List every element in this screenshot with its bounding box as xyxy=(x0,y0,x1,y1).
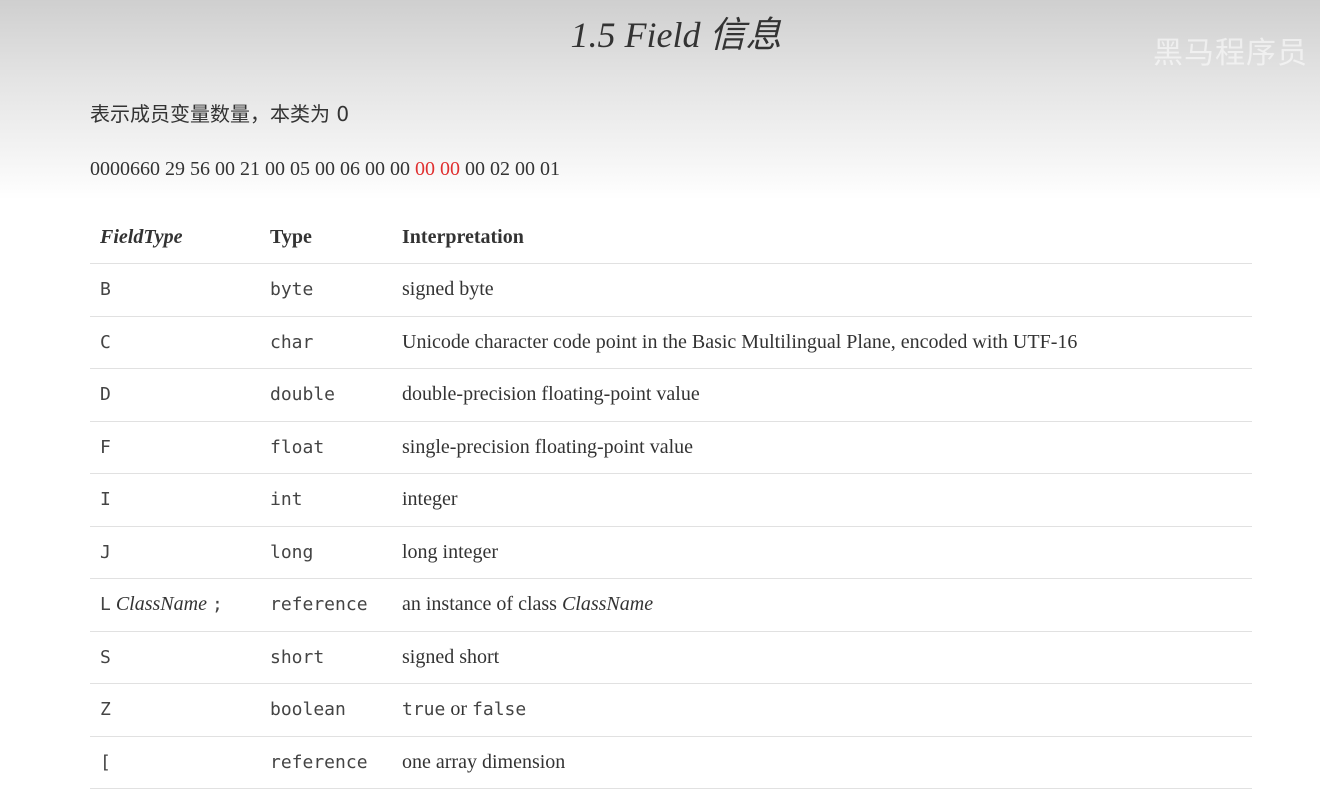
cell-field-type: F xyxy=(90,421,260,474)
interpretation-prefix: an instance of class xyxy=(402,593,557,616)
interpretation-class-name: ClassName xyxy=(561,593,654,616)
field-type-table-container: FieldType Type Interpretation B byte sig… xyxy=(90,212,1252,789)
cell-interpretation: signed short xyxy=(392,631,1252,684)
header-type: Type xyxy=(260,212,392,264)
cell-field-type: I xyxy=(90,473,260,527)
cell-interpretation: true or false xyxy=(392,683,1252,737)
cell-type: reference xyxy=(260,578,392,632)
description-text: 表示成员变量数量，本类为 0 xyxy=(90,102,350,126)
hex-suffix: 00 02 00 01 xyxy=(465,158,560,180)
table-row: D double double-precision floating-point… xyxy=(90,368,1252,422)
page-title: 1.5 Field 信息 xyxy=(570,15,782,55)
cell-type: boolean xyxy=(260,683,392,737)
table-header-row: FieldType Type Interpretation xyxy=(90,212,1252,264)
cell-field-type: S xyxy=(90,631,260,684)
field-type-table: FieldType Type Interpretation B byte sig… xyxy=(90,212,1252,789)
cell-type: byte xyxy=(260,263,392,317)
table-row: S short signed short xyxy=(90,631,1252,684)
cell-type: long xyxy=(260,526,392,579)
cell-type: short xyxy=(260,631,392,684)
interpretation-true-literal: true xyxy=(402,699,446,721)
cell-field-type: Z xyxy=(90,683,260,737)
hex-highlight-field-count: 00 00 xyxy=(415,158,460,180)
interpretation-or: or xyxy=(450,698,468,721)
cell-interpretation: an instance of class ClassName xyxy=(392,578,1252,632)
table-row: Z boolean true or false xyxy=(90,683,1252,737)
cell-field-type: L ClassName ; xyxy=(90,578,260,632)
table-row: [ reference one array dimension xyxy=(90,736,1252,789)
hex-prefix: 0000660 29 56 00 21 00 05 00 06 00 00 xyxy=(90,158,410,180)
cell-interpretation: signed byte xyxy=(392,263,1252,317)
hex-dump-line: 0000660 29 56 00 21 00 05 00 06 00 00 00… xyxy=(90,158,560,181)
field-type-prefix: L xyxy=(100,594,111,616)
table-row: L ClassName ; reference an instance of c… xyxy=(90,578,1252,632)
cell-interpretation: Unicode character code point in the Basi… xyxy=(392,316,1252,369)
cell-interpretation: integer xyxy=(392,473,1252,527)
table-row: J long long integer xyxy=(90,526,1252,579)
cell-interpretation: single-precision floating-point value xyxy=(392,421,1252,474)
cell-type: reference xyxy=(260,736,392,789)
header-interpretation: Interpretation xyxy=(392,212,1252,264)
table-row: F float single-precision floating-point … xyxy=(90,421,1252,474)
table-row: C char Unicode character code point in t… xyxy=(90,316,1252,369)
interpretation-false-literal: false xyxy=(472,699,527,721)
cell-field-type: C xyxy=(90,316,260,369)
header-field-type: FieldType xyxy=(90,212,260,264)
cell-interpretation: one array dimension xyxy=(392,736,1252,789)
cell-field-type: D xyxy=(90,368,260,422)
field-type-class-name: ClassName xyxy=(115,593,207,616)
cell-field-type: [ xyxy=(90,736,260,789)
cell-interpretation: long integer xyxy=(392,526,1252,579)
cell-type: int xyxy=(260,473,392,527)
cell-type: float xyxy=(260,421,392,474)
cell-field-type: J xyxy=(90,526,260,579)
cell-type: double xyxy=(260,368,392,422)
cell-type: char xyxy=(260,316,392,369)
field-type-suffix: ; xyxy=(211,594,223,616)
cell-field-type: B xyxy=(90,263,260,317)
table-row: B byte signed byte xyxy=(90,263,1252,317)
table-row: I int integer xyxy=(90,473,1252,527)
cell-interpretation: double-precision floating-point value xyxy=(392,368,1252,422)
